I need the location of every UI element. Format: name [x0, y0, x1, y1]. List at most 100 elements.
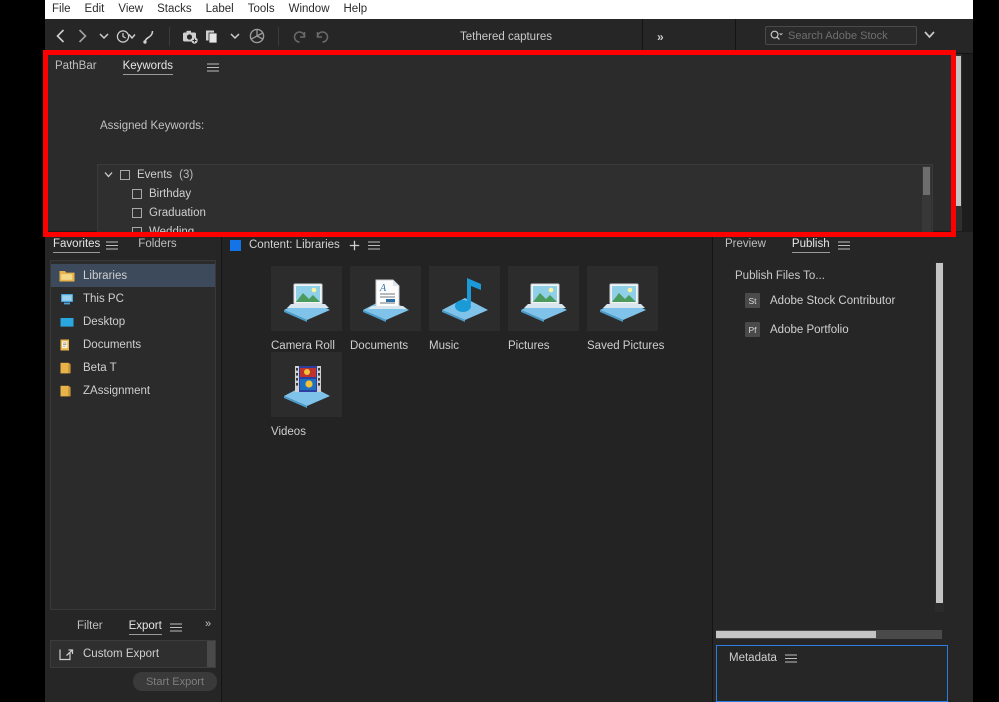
export-list-scrollbar[interactable] — [207, 641, 215, 667]
keywords-tree-scrollbar[interactable] — [922, 166, 931, 235]
export-preset-row[interactable]: Custom Export — [50, 640, 216, 668]
publish-panel-horizontal-scrollbar[interactable] — [716, 630, 942, 639]
thumbnail[interactable] — [271, 352, 342, 417]
publish-panel-body: Publish Files To... St Adobe Stock Contr… — [713, 260, 965, 610]
refine-icon[interactable] — [202, 24, 224, 48]
keywords-panel-vertical-scrollbar[interactable] — [953, 54, 962, 231]
publish-target-adobe-portfolio[interactable]: Pf Adobe Portfolio — [745, 322, 849, 337]
forward-arrow-icon[interactable] — [71, 24, 93, 48]
content-column: Content: Libraries Camera Roll A Documen… — [222, 232, 712, 702]
content-panel-menu-icon[interactable] — [367, 240, 380, 250]
content-item-label: Documents — [350, 340, 409, 352]
keyword-row-events[interactable]: Events (3) — [98, 165, 932, 184]
tab-filter[interactable]: Filter — [77, 620, 103, 634]
tab-export[interactable]: Export — [128, 620, 162, 635]
toolbar-divider-left — [642, 19, 643, 53]
keyword-checkbox-events[interactable] — [120, 169, 130, 180]
favorites-list: Libraries This PC Desktop Documents Beta… — [50, 260, 216, 610]
rotate-clockwise-icon[interactable] — [311, 24, 333, 48]
favorite-label-beta-t: Beta T — [83, 361, 117, 374]
plus-icon[interactable] — [349, 240, 360, 251]
expand-chevron-icon[interactable] — [104, 171, 120, 178]
menu-item-file[interactable]: File — [52, 0, 80, 19]
refine-dropdown-icon[interactable] — [224, 24, 246, 48]
favorite-item-zassignment[interactable]: ZAssignment — [51, 379, 215, 402]
rotate-counterclockwise-icon[interactable] — [289, 24, 311, 48]
content-item-music[interactable]: Music — [429, 266, 508, 352]
content-item-camera-roll[interactable]: Camera Roll — [271, 266, 350, 352]
search-icon — [770, 30, 783, 40]
thumbnail[interactable]: A — [350, 266, 421, 331]
toolbar-divider-right — [735, 19, 736, 53]
thumbnail[interactable] — [429, 266, 500, 331]
back-arrow-icon[interactable] — [49, 24, 71, 48]
menu-item-tools[interactable]: Tools — [248, 0, 284, 19]
export-panel-menu-icon[interactable] — [169, 622, 182, 632]
workspace-chevron-icon[interactable] — [923, 30, 936, 39]
library-pictures-icon — [283, 283, 330, 322]
navigation-dropdown-icon[interactable] — [93, 24, 115, 48]
tab-pathbar[interactable]: PathBar — [55, 60, 97, 74]
menu-item-label[interactable]: Label — [206, 0, 243, 19]
tab-preview[interactable]: Preview — [725, 238, 766, 252]
publish-panel-menu-icon[interactable] — [837, 240, 850, 250]
favorite-item-this-pc[interactable]: This PC — [51, 287, 215, 310]
favorite-item-beta-t[interactable]: Beta T — [51, 356, 215, 379]
app-root: File Edit View Stacks Label Tools Window… — [0, 0, 999, 702]
content-item-saved-pictures[interactable]: Saved Pictures — [587, 266, 666, 352]
reveal-icon[interactable] — [137, 24, 159, 48]
menu-item-view[interactable]: View — [118, 0, 152, 19]
favorites-panel-menu-icon[interactable] — [106, 240, 119, 250]
keyword-checkbox-graduation[interactable] — [132, 207, 142, 218]
blue-square-icon — [230, 239, 241, 251]
start-export-button[interactable]: Start Export — [133, 672, 217, 691]
menu-item-stacks[interactable]: Stacks — [157, 0, 201, 19]
rotate-group — [285, 19, 337, 53]
tab-keywords[interactable]: Keywords — [122, 60, 174, 75]
export-panel-expand-button[interactable]: » — [205, 618, 211, 630]
this-pc-icon — [59, 292, 75, 306]
thumbnail[interactable] — [587, 266, 658, 331]
recent-history-icon[interactable] — [115, 24, 137, 48]
keywords-tree[interactable]: Events (3) Birthday Graduation Wedding — [97, 164, 933, 236]
favorite-item-desktop[interactable]: Desktop — [51, 310, 215, 333]
thumbnail[interactable] — [271, 266, 342, 331]
tab-publish[interactable]: Publish — [791, 238, 830, 253]
favorite-item-documents[interactable]: Documents — [51, 333, 215, 356]
content-item-pictures[interactable]: Pictures — [508, 266, 587, 352]
publish-target-adobe-stock-contributor[interactable]: St Adobe Stock Contributor — [745, 293, 895, 308]
publish-target-label: Adobe Portfolio — [770, 323, 849, 336]
folder-icon — [59, 384, 75, 398]
search-adobe-stock-input[interactable]: Search Adobe Stock — [765, 26, 917, 45]
folder-icon — [59, 361, 75, 375]
get-photos-from-camera-icon[interactable] — [180, 24, 202, 48]
toolbar-expand-button[interactable]: » — [657, 30, 664, 44]
main-toolbar: Tethered captures » Search Adobe Stock — [45, 19, 973, 54]
favorite-label-zassignment: ZAssignment — [83, 384, 151, 397]
publish-panel-vertical-scrollbar[interactable] — [935, 262, 944, 612]
content-panel-header: Content: Libraries — [222, 232, 712, 258]
keywords-panel-menu-icon[interactable] — [207, 62, 220, 72]
open-in-camera-raw-icon[interactable] — [246, 24, 268, 48]
export-preset-label: Custom Export — [83, 648, 160, 660]
toolbar-title: Tethered captures — [460, 31, 553, 43]
menu-item-edit[interactable]: Edit — [85, 0, 114, 19]
keyword-row-birthday[interactable]: Birthday — [98, 184, 932, 203]
metadata-panel-menu-icon[interactable] — [784, 653, 797, 663]
menu-item-window[interactable]: Window — [289, 0, 339, 19]
content-item-label: Music — [429, 340, 460, 352]
navigation-group — [45, 19, 163, 53]
menu-item-help[interactable]: Help — [344, 0, 377, 19]
filter-export-tabs: Filter Export — [45, 614, 221, 640]
tab-folders[interactable]: Folders — [138, 238, 176, 252]
content-item-documents[interactable]: A Documents — [350, 266, 429, 352]
content-item-label: Saved Pictures — [587, 340, 665, 352]
publish-target-label: Adobe Stock Contributor — [770, 294, 896, 307]
favorite-item-libraries[interactable]: Libraries — [51, 264, 215, 287]
content-item-videos[interactable]: Videos — [271, 352, 350, 438]
keywords-panel: PathBar Keywords Assigned Keywords: Even… — [45, 54, 973, 258]
keyword-checkbox-birthday[interactable] — [132, 188, 142, 199]
thumbnail[interactable] — [508, 266, 579, 331]
tab-favorites[interactable]: Favorites — [53, 238, 101, 253]
keyword-row-graduation[interactable]: Graduation — [98, 203, 932, 222]
